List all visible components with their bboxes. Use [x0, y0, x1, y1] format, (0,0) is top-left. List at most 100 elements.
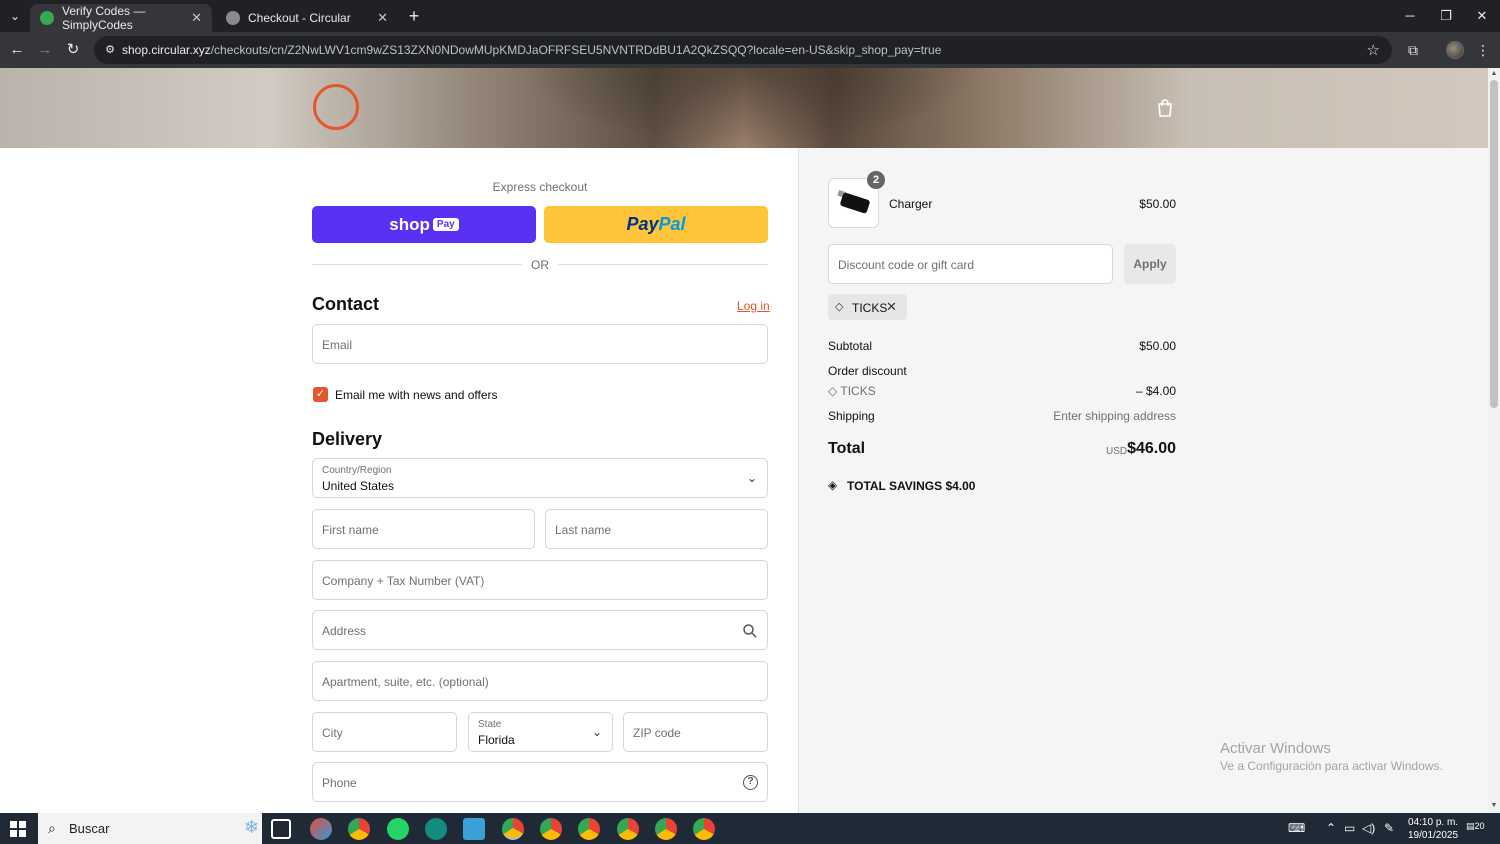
windows-taskbar: ⌕ Buscar ❄ ⌨ ⌃ ▭ ◁) ✎ 04:10 p. m. 19/01/…	[0, 813, 1500, 844]
extensions-icon[interactable]: ⧉	[1404, 41, 1422, 59]
page-scrollbar[interactable]: ▲ ▼	[1488, 68, 1500, 813]
tab-title: Verify Codes — SimplyCodes	[62, 4, 146, 32]
browser-tab-strip: ⌄ Verify Codes — SimplyCodes ✕ Checkout …	[0, 0, 1500, 32]
city-field[interactable]: City	[312, 712, 457, 752]
store-banner	[0, 68, 1488, 148]
help-icon[interactable]: ?	[743, 775, 758, 790]
simplycodes-favicon-icon	[40, 11, 54, 25]
tab-simplycodes[interactable]: Verify Codes — SimplyCodes ✕	[30, 4, 212, 32]
minimize-icon[interactable]: ─	[1400, 6, 1420, 26]
chrome-profile-icon[interactable]	[502, 818, 524, 840]
banner-image	[520, 68, 980, 148]
company-field[interactable]: Company + Tax Number (VAT)	[312, 560, 768, 600]
country-label: Country/Region	[322, 465, 392, 476]
app-icon[interactable]	[310, 818, 332, 840]
tab-search-icon[interactable]: ⌄	[6, 8, 24, 24]
phone-field[interactable]: Phone ?	[312, 762, 768, 802]
notification-count: 20	[1474, 821, 1485, 831]
browser-toolbar: ← → ↻ ⚙ shop.circular.xyz/checkouts/cn/Z…	[0, 32, 1500, 68]
close-window-icon[interactable]: ✕	[1472, 6, 1492, 26]
chrome-profile-icon[interactable]	[578, 818, 600, 840]
back-icon[interactable]: ←	[7, 40, 27, 60]
forward-icon[interactable]: →	[35, 40, 55, 60]
cart-bag-icon[interactable]	[1157, 99, 1173, 117]
close-tab-icon[interactable]: ✕	[191, 11, 202, 25]
shipping-value: Enter shipping address	[1053, 409, 1176, 423]
network-icon[interactable]: ▭	[1344, 821, 1355, 835]
shop-pay-button[interactable]: shop Pay	[312, 206, 536, 243]
search-icon: ⌕	[48, 820, 56, 836]
scrollbar-thumb[interactable]	[1490, 80, 1498, 408]
notifications-icon[interactable]: ▤20	[1466, 821, 1486, 837]
shipping-row: Shipping Enter shipping address	[828, 409, 1176, 423]
chrome-profile-icon[interactable]	[693, 818, 715, 840]
country-value: United States	[322, 479, 395, 493]
first-name-field[interactable]: First name	[312, 509, 535, 549]
discount-code-input[interactable]: Discount code or gift card	[828, 244, 1113, 284]
reload-icon[interactable]: ↻	[63, 40, 83, 60]
new-tab-button[interactable]: +	[404, 6, 424, 26]
tab-checkout[interactable]: Checkout - Circular ✕	[216, 4, 398, 32]
applied-code-label: TICKS	[852, 301, 888, 315]
scroll-down-icon[interactable]: ▼	[1490, 802, 1498, 810]
first-name-placeholder: First name	[322, 523, 379, 537]
keyboard-icon[interactable]: ⌨	[1288, 821, 1305, 835]
applied-code-chip: ◇ TICKS ✕	[828, 294, 907, 320]
url-text[interactable]: shop.circular.xyz/checkouts/cn/Z2NwLWV1c…	[122, 43, 941, 57]
menu-icon[interactable]: ⋮	[1474, 41, 1492, 59]
whatsapp-business-icon[interactable]	[425, 818, 447, 840]
windows-start-icon[interactable]	[10, 821, 26, 837]
restore-icon[interactable]: ❐	[1436, 6, 1456, 26]
globe-favicon-icon	[226, 11, 240, 25]
divider	[558, 264, 768, 265]
pen-icon[interactable]: ✎	[1384, 821, 1394, 835]
discount-code-label: TICKS	[840, 384, 876, 398]
total-savings: TOTAL SAVINGS $4.00	[847, 479, 976, 493]
address-field[interactable]: Address	[312, 610, 768, 650]
discount-value: – $4.00	[1135, 384, 1176, 398]
task-view-icon[interactable]	[271, 819, 291, 839]
newsletter-label[interactable]: Email me with news and offers	[335, 388, 498, 402]
bookmark-star-icon[interactable]: ☆	[1367, 41, 1380, 59]
chrome-profile-icon[interactable]	[617, 818, 639, 840]
or-divider-text: OR	[531, 258, 549, 272]
notes-app-icon[interactable]	[463, 818, 485, 840]
tag-icon: ◇	[828, 384, 841, 398]
discount-placeholder: Discount code or gift card	[838, 258, 975, 272]
scroll-up-icon[interactable]: ▲	[1490, 70, 1498, 78]
apply-button[interactable]: Apply	[1124, 244, 1176, 284]
remove-code-icon[interactable]: ✕	[886, 299, 897, 315]
country-select[interactable]: Country/Region United States ⌄	[312, 458, 768, 498]
activation-subtitle: Ve a Configuración para activar Windows.	[1220, 759, 1443, 773]
whatsapp-icon[interactable]	[387, 818, 409, 840]
system-clock[interactable]: 04:10 p. m. 19/01/2025	[1408, 816, 1458, 842]
apartment-field[interactable]: Apartment, suite, etc. (optional)	[312, 661, 768, 701]
log-in-link[interactable]: Log in	[737, 299, 770, 313]
paypal-button[interactable]: Pay Pal	[544, 206, 768, 243]
chrome-icon[interactable]	[348, 818, 370, 840]
volume-icon[interactable]: ◁)	[1362, 821, 1375, 835]
site-info-icon[interactable]: ⚙	[102, 42, 118, 58]
activation-title: Activar Windows	[1220, 740, 1331, 757]
profile-avatar[interactable]	[1446, 41, 1464, 59]
newsletter-checkbox[interactable]: ✓	[313, 387, 328, 402]
subtotal-row: Subtotal $50.00	[828, 339, 1176, 353]
address-bar[interactable]: ⚙ shop.circular.xyz/checkouts/cn/Z2NwLWV…	[94, 36, 1392, 64]
zip-field[interactable]: ZIP code	[623, 712, 768, 752]
subtotal-value: $50.00	[1139, 339, 1176, 353]
email-field[interactable]: Email	[312, 324, 768, 364]
state-select[interactable]: State Florida ⌄	[468, 712, 613, 752]
taskbar-search[interactable]: ⌕ Buscar ❄	[38, 813, 262, 844]
page-viewport: Express checkout shop Pay Pay Pal OR Conta…	[0, 68, 1488, 813]
store-logo[interactable]	[313, 84, 359, 130]
order-discount-row: Order discount	[828, 364, 1176, 378]
total-label: Total	[828, 440, 866, 457]
contact-heading: Contact	[312, 294, 379, 314]
chrome-profile-icon[interactable]	[540, 818, 562, 840]
close-tab-icon[interactable]: ✕	[377, 11, 388, 25]
total-value: $46.00	[1127, 440, 1176, 457]
last-name-field[interactable]: Last name	[545, 509, 768, 549]
chrome-profile-icon[interactable]	[655, 818, 677, 840]
show-hidden-icons-icon[interactable]: ⌃	[1326, 821, 1336, 835]
address-placeholder: Address	[322, 624, 367, 638]
